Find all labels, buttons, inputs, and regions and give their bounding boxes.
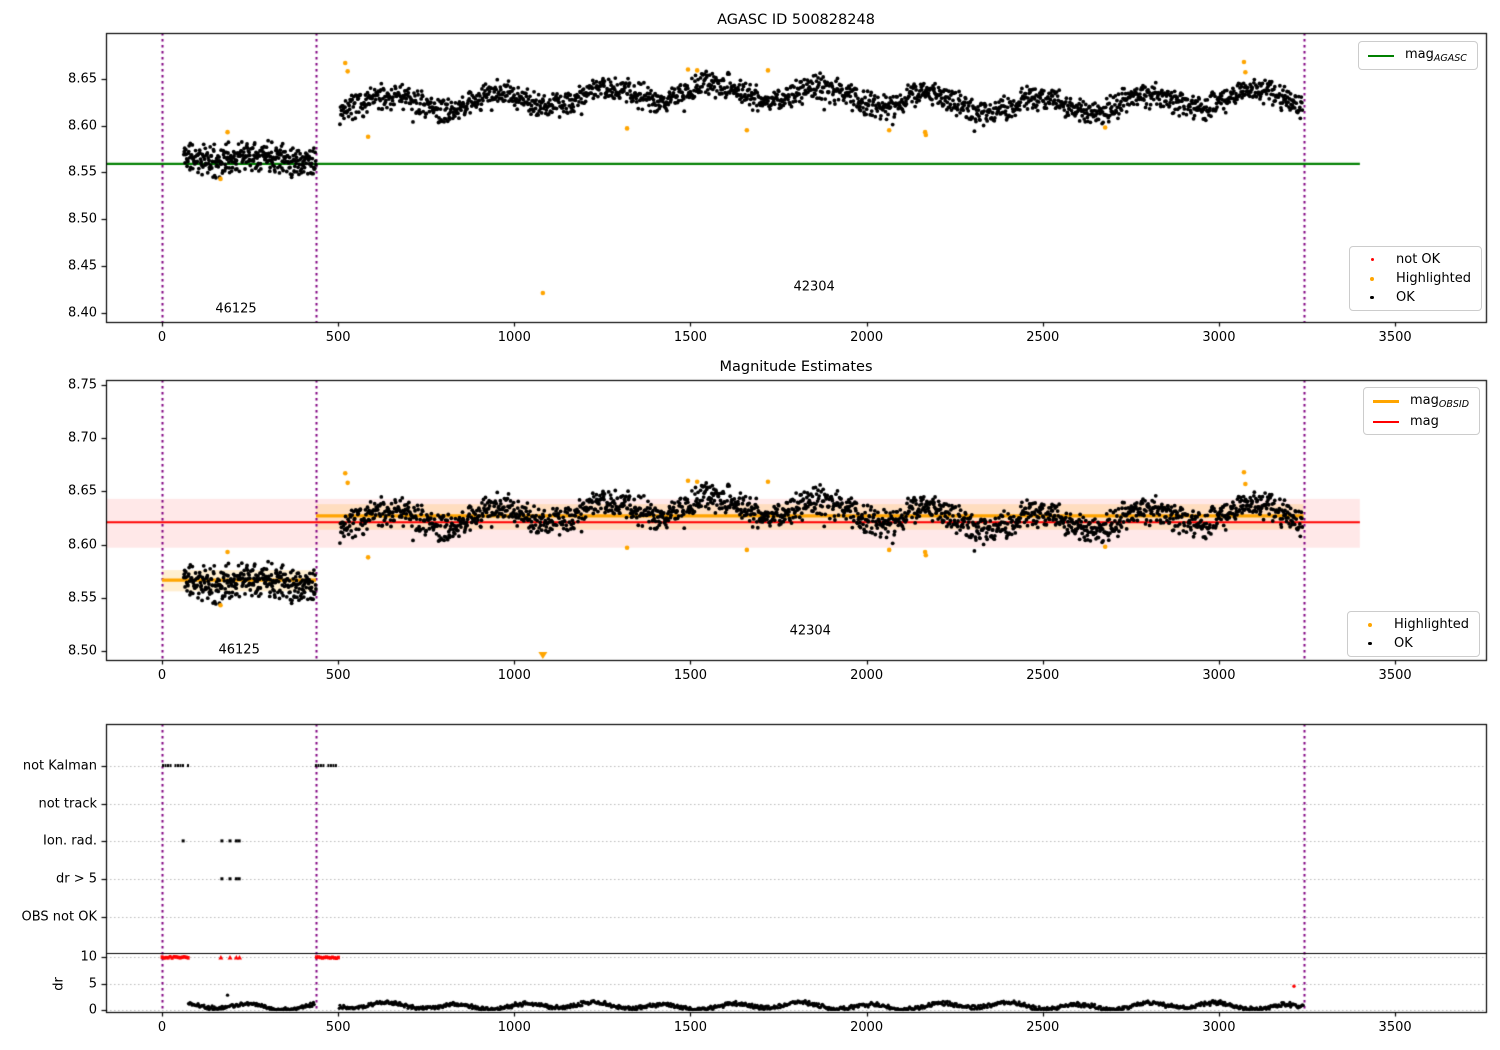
y-tick-not-track: not track — [38, 796, 97, 811]
x-tick-1000: 1000 — [497, 668, 531, 683]
figure: AGASC ID 500828248 Magnitude Estimates d… — [0, 0, 1500, 1050]
y-tick-8-65: 8.65 — [68, 483, 97, 499]
x-tick-0: 0 — [157, 330, 167, 345]
middle-plot-title: Magnitude Estimates — [719, 359, 873, 375]
x-tick-500: 500 — [325, 330, 351, 345]
x-tick-2500: 2500 — [1026, 668, 1060, 683]
y-tick-8-75: 8.75 — [68, 377, 97, 393]
x-tick-500: 500 — [325, 668, 351, 683]
y-tick-8-70: 8.70 — [68, 430, 97, 446]
legend-label: Highlighted — [1396, 271, 1471, 286]
y-tick-OBS-not-OK: OBS not OK — [21, 909, 98, 925]
x-tick-1000: 1000 — [497, 330, 531, 345]
legend-label: OK — [1396, 290, 1415, 305]
x-tick-1500: 1500 — [673, 1020, 708, 1035]
x-tick-1500: 1500 — [673, 668, 708, 683]
dr-axis-label: dr — [51, 977, 67, 991]
x-tick-2000: 2000 — [850, 668, 884, 683]
x-tick-3000: 3000 — [1202, 330, 1236, 345]
y-tick-not-Kalman: not Kalman — [22, 758, 97, 774]
legend-label: not OK — [1396, 252, 1441, 267]
legend-dot-swatch — [1358, 258, 1386, 261]
x-tick-3500: 3500 — [1378, 668, 1412, 683]
y-tick-10: 10 — [80, 949, 97, 965]
legend-entry-mag: magOBSID — [1372, 393, 1469, 410]
legend-entry-highlighted: Highlighted — [1356, 617, 1469, 632]
y-tick-8-65: 8.65 — [68, 71, 97, 87]
legend: Highlighted OK — [1347, 611, 1480, 657]
y-tick-8-40: 8.40 — [68, 305, 97, 321]
x-tick-2000: 2000 — [850, 330, 884, 345]
x-tick-1000: 1000 — [497, 1020, 531, 1035]
x-tick-0: 0 — [157, 1020, 167, 1035]
y-tick-8-55: 8.55 — [68, 590, 97, 606]
y-tick-8-55: 8.55 — [68, 164, 97, 180]
y-tick-8-60: 8.60 — [68, 118, 97, 134]
legend-entry-mag: magAGASC — [1367, 47, 1467, 64]
legend-dot-swatch — [1358, 295, 1386, 300]
legend: magOBSID mag — [1363, 387, 1481, 435]
legend-entry-ok: OK — [1356, 636, 1469, 651]
legend-entry-mag: mag — [1372, 414, 1469, 429]
legend-label: mag — [1410, 414, 1439, 429]
x-tick-2500: 2500 — [1026, 330, 1060, 345]
annotation-42304: 42304 — [789, 623, 831, 639]
y-tick-Ion-rad-: Ion. rad. — [43, 833, 97, 849]
x-tick-2000: 2000 — [850, 1020, 884, 1035]
x-tick-0: 0 — [157, 668, 167, 683]
x-tick-1500: 1500 — [673, 330, 708, 345]
y-tick-5: 5 — [88, 976, 97, 992]
legend-entry-highlighted: Highlighted — [1358, 271, 1471, 286]
x-tick-3000: 3000 — [1202, 668, 1236, 683]
annotation-42304: 42304 — [793, 279, 835, 295]
x-tick-500: 500 — [325, 1020, 351, 1035]
legend-label: Highlighted — [1394, 617, 1469, 632]
y-tick-dr-5: dr > 5 — [55, 871, 97, 887]
legend: magAGASC — [1358, 41, 1478, 70]
y-tick-8-50: 8.50 — [68, 211, 97, 227]
x-tick-3500: 3500 — [1378, 1020, 1412, 1035]
top-plot-title: AGASC ID 500828248 — [717, 12, 875, 28]
legend-label: magAGASC — [1405, 47, 1467, 64]
x-tick-3000: 3000 — [1202, 1020, 1236, 1035]
y-tick-8-45: 8.45 — [68, 258, 97, 274]
legend-line-swatch — [1372, 400, 1400, 403]
legend-label: magOBSID — [1410, 393, 1470, 410]
x-tick-3500: 3500 — [1378, 330, 1412, 345]
y-tick-8-60: 8.60 — [68, 537, 97, 553]
legend-entry-not-ok: not OK — [1358, 252, 1471, 267]
y-tick-0: 0 — [88, 1002, 97, 1018]
legend-label: OK — [1394, 636, 1413, 651]
legend: not OK Highlighted OK — [1349, 246, 1482, 311]
legend-dot-swatch — [1358, 276, 1386, 281]
legend-dot-swatch — [1356, 622, 1384, 627]
y-tick-8-50: 8.50 — [68, 643, 97, 659]
legend-dot-swatch — [1356, 641, 1384, 646]
legend-line-swatch — [1367, 54, 1395, 57]
legend-line-swatch — [1372, 420, 1400, 423]
x-tick-2500: 2500 — [1026, 1020, 1060, 1035]
overlay: AGASC ID 500828248 Magnitude Estimates d… — [0, 0, 1500, 1050]
legend-entry-ok: OK — [1358, 290, 1471, 305]
annotation-46125: 46125 — [218, 642, 260, 658]
annotation-46125: 46125 — [215, 301, 257, 317]
